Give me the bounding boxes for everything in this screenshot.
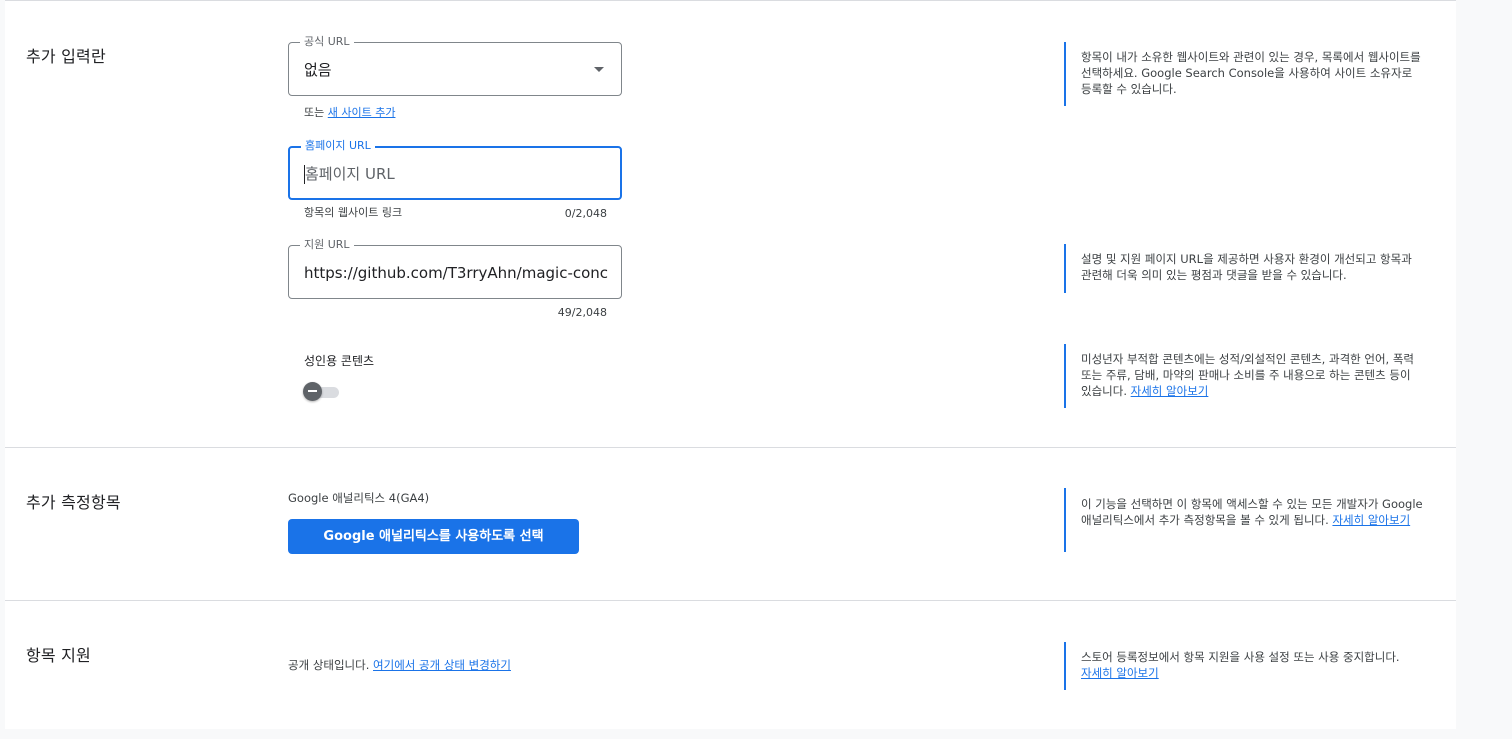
item-support-note: 스토어 등록정보에서 항목 지원을 사용 설정 또는 사용 중지합니다. 자세히… [1064,642,1434,690]
homepage-url-placeholder: 홈페이지 URL [305,165,395,183]
official-url-note-text: 항목이 내가 소유한 웹사이트와 관련이 있는 경우, 목록에서 웹사이트를 선… [1081,50,1421,96]
homepage-url-input[interactable]: 홈페이지 URL 홈페이지 URL [288,139,622,200]
section-title-additional-fields: 추가 입력란 [26,47,106,66]
item-support-status: 공개 상태입니다. 여기에서 공개 상태 변경하기 [288,657,511,673]
support-url-label: 지원 URL [300,238,354,252]
official-url-select[interactable]: 공식 URL 없음 [288,35,622,96]
support-url-counter: 49/2,048 [557,306,607,319]
mature-content-label: 성인용 콘텐츠 [304,354,375,368]
item-support-note-text: 스토어 등록정보에서 항목 지원을 사용 설정 또는 사용 중지합니다. [1081,650,1400,664]
mature-content-toggle[interactable] [303,382,322,401]
official-url-note: 항목이 내가 소유한 웹사이트와 관련이 있는 경우, 목록에서 웹사이트를 선… [1064,42,1434,106]
enable-google-analytics-button[interactable]: Google 애널리틱스를 사용하도록 선택 [288,519,579,554]
support-url-note: 설명 및 지원 페이지 URL을 제공하면 사용자 환경이 개선되고 항목과 관… [1064,244,1434,293]
homepage-url-helper: 항목의 웹사이트 링크 [304,206,403,219]
support-learn-more-link[interactable]: 자세히 알아보기 [1081,666,1159,680]
homepage-url-label: 홈페이지 URL [301,139,375,153]
ga4-label: Google 애널리틱스 4(GA4) [288,491,430,505]
official-url-value: 없음 [304,61,332,79]
section-title-additional-metrics: 추가 측정항목 [26,493,121,512]
additional-metrics-section: 추가 측정항목 Google 애널리틱스 4(GA4) Google 애널리틱스… [5,448,1456,601]
official-url-helper: 또는 새 사이트 추가 [304,106,395,120]
section-title-item-support: 항목 지원 [26,646,91,665]
support-url-note-text: 설명 및 지원 페이지 URL을 제공하면 사용자 환경이 개선되고 항목과 관… [1081,252,1412,282]
mature-content-note: 미성년자 부적합 콘텐츠에는 성적/외설적인 콘텐츠, 과격한 언어, 폭력 또… [1064,344,1434,408]
official-url-label: 공식 URL [300,35,354,49]
mature-learn-more-link[interactable]: 자세히 알아보기 [1131,384,1209,398]
item-support-status-prefix: 공개 상태입니다. [288,658,370,672]
add-new-site-link[interactable]: 새 사이트 추가 [328,106,396,119]
metrics-learn-more-link[interactable]: 자세히 알아보기 [1332,513,1410,527]
settings-panel: 추가 입력란 공식 URL 없음 또는 새 사이트 추가 홈페이지 URL 홈페… [5,0,1456,729]
minus-icon [308,390,317,392]
official-url-helper-prefix: 또는 [304,106,325,119]
support-url-value: https://github.com/T3rryAhn/magic-conch [304,264,608,282]
homepage-url-counter: 0/2,048 [564,207,607,220]
change-visibility-link[interactable]: 여기에서 공개 상태 변경하기 [373,658,511,672]
support-url-input[interactable]: 지원 URL https://github.com/T3rryAhn/magic… [288,238,622,299]
item-support-section: 항목 지원 공개 상태입니다. 여기에서 공개 상태 변경하기 스토어 등록정보… [5,601,1456,729]
additional-fields-section: 추가 입력란 공식 URL 없음 또는 새 사이트 추가 홈페이지 URL 홈페… [5,1,1456,448]
additional-metrics-note: 이 기능을 선택하면 이 항목에 액세스할 수 있는 모든 개발자가 Googl… [1064,488,1434,552]
dropdown-arrow-icon [594,67,604,72]
